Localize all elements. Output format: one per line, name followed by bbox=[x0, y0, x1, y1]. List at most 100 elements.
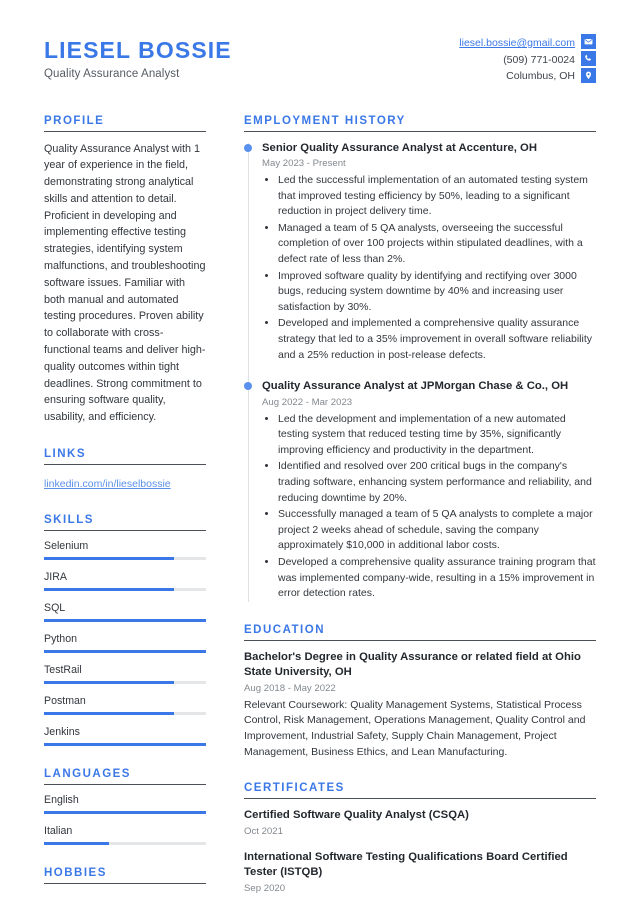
employment-bullet: Led the successful implementation of an … bbox=[278, 173, 596, 220]
contact-phone: (509) 771-0024 bbox=[503, 53, 575, 66]
section-divider bbox=[44, 784, 206, 786]
section-links: LINKS linkedin.com/in/lieselbossie bbox=[44, 448, 206, 492]
employment-date: Aug 2022 - Mar 2023 bbox=[262, 396, 353, 408]
skill-label: Python bbox=[44, 633, 77, 646]
skill-item: Selenium bbox=[44, 540, 206, 561]
skill-label: Postman bbox=[44, 695, 86, 708]
language-level-bar bbox=[44, 842, 206, 846]
skills-list: Selenium JIRA SQL Python TestRail Postman Jenk… bbox=[44, 540, 206, 747]
skill-level-bar bbox=[44, 588, 206, 592]
contact-block: liesel.bossie@gmail.com (509) 771-0024 C… bbox=[459, 34, 596, 85]
employment-title: Senior Quality Assurance Analyst at Acce… bbox=[262, 141, 537, 154]
certificate-title: International Software Testing Qualifica… bbox=[244, 850, 568, 879]
employment-bullet: Led the development and implementation o… bbox=[278, 412, 596, 459]
language-level-bar bbox=[44, 811, 206, 815]
skill-item: TestRail bbox=[44, 664, 206, 685]
identity-block: LIESEL BOSSIE Quality Assurance Analyst bbox=[44, 34, 232, 80]
contact-lines: liesel.bossie@gmail.com (509) 771-0024 C… bbox=[459, 34, 575, 85]
employment-timeline: Senior Quality Assurance Analyst at Acce… bbox=[244, 141, 596, 603]
languages-list: English Italian bbox=[44, 794, 206, 846]
education-entry: Bachelor's Degree in Quality Assurance o… bbox=[244, 650, 596, 760]
section-certificates: CERTIFICATES Certified Software Quality … bbox=[244, 782, 596, 894]
skill-level-fill bbox=[44, 588, 174, 592]
certificates-list: Certified Software Quality Analyst (CSQA… bbox=[244, 808, 596, 894]
timeline-dot-icon bbox=[244, 382, 252, 391]
skill-label: Selenium bbox=[44, 540, 89, 553]
skill-item: Postman bbox=[44, 695, 206, 716]
section-title-skills: SKILLS bbox=[44, 514, 94, 527]
skill-label: TestRail bbox=[44, 664, 82, 677]
skill-level-fill bbox=[44, 743, 206, 747]
skill-level-bar bbox=[44, 681, 206, 685]
section-title-profile: PROFILE bbox=[44, 114, 105, 127]
employment-entry: Senior Quality Assurance Analyst at Acce… bbox=[244, 141, 596, 364]
employment-bullet: Identified and resolved over 200 critica… bbox=[278, 459, 596, 506]
contact-location: Columbus, OH bbox=[506, 70, 575, 82]
employment-entry: Quality Assurance Analyst at JPMorgan Ch… bbox=[244, 379, 596, 602]
skill-level-bar bbox=[44, 557, 206, 561]
employment-bullet-list: Led the development and implementation o… bbox=[262, 412, 596, 602]
skill-item: Jenkins bbox=[44, 726, 206, 747]
section-skills: SKILLS Selenium JIRA SQL Python TestRail Post… bbox=[44, 514, 206, 747]
skill-level-bar bbox=[44, 712, 206, 716]
resume-header: LIESEL BOSSIE Quality Assurance Analyst … bbox=[44, 34, 596, 85]
certificate-title: Certified Software Quality Analyst (CSQA… bbox=[244, 809, 469, 822]
contact-icon-list bbox=[581, 34, 596, 83]
skill-label: SQL bbox=[44, 602, 66, 615]
language-level-fill bbox=[44, 811, 206, 815]
contact-email-link[interactable]: liesel.bossie@gmail.com bbox=[459, 35, 575, 52]
phone-icon bbox=[581, 51, 596, 66]
certificate-entry: Certified Software Quality Analyst (CSQA… bbox=[244, 808, 596, 837]
profile-text: Quality Assurance Analyst with 1 year of… bbox=[44, 142, 206, 424]
section-divider bbox=[244, 798, 596, 800]
employment-bullet: Improved software quality by identifying… bbox=[278, 269, 596, 316]
certificate-entry: International Software Testing Qualifica… bbox=[244, 850, 596, 894]
section-hobbies: HOBBIES bbox=[44, 867, 206, 885]
skill-label: JIRA bbox=[44, 571, 67, 584]
skill-level-fill bbox=[44, 712, 174, 716]
education-date: Aug 2018 - May 2022 bbox=[244, 682, 336, 694]
employment-bullet-list: Led the successful implementation of an … bbox=[262, 173, 596, 363]
skill-level-fill bbox=[44, 557, 174, 561]
language-label: Italian bbox=[44, 825, 73, 838]
employment-bullet: Developed and implemented a comprehensiv… bbox=[278, 316, 596, 363]
section-divider bbox=[44, 464, 206, 466]
section-title-education: EDUCATION bbox=[244, 623, 326, 636]
education-description: Relevant Coursework: Quality Management … bbox=[244, 698, 586, 758]
map-pin-icon bbox=[581, 68, 596, 83]
skill-level-bar bbox=[44, 650, 206, 654]
resume-columns: PROFILE Quality Assurance Analyst with 1… bbox=[44, 115, 596, 916]
skill-label: Jenkins bbox=[44, 726, 80, 739]
section-title-links: LINKS bbox=[44, 448, 86, 461]
section-profile: PROFILE Quality Assurance Analyst with 1… bbox=[44, 115, 206, 427]
language-label: English bbox=[44, 794, 79, 807]
section-title-languages: LANGUAGES bbox=[44, 768, 131, 781]
resume-page: LIESEL BOSSIE Quality Assurance Analyst … bbox=[0, 0, 640, 905]
candidate-name: LIESEL BOSSIE bbox=[44, 37, 232, 63]
section-divider bbox=[44, 883, 206, 885]
section-title-hobbies: HOBBIES bbox=[44, 867, 107, 880]
timeline-dot-icon bbox=[244, 143, 252, 152]
employment-bullet: Managed a team of 5 QA analysts, oversee… bbox=[278, 221, 596, 268]
employment-bullet: Developed a comprehensive quality assura… bbox=[278, 555, 596, 602]
education-title: Bachelor's Degree in Quality Assurance o… bbox=[244, 650, 581, 679]
language-item: English bbox=[44, 794, 206, 815]
skill-level-bar bbox=[44, 619, 206, 623]
skill-level-fill bbox=[44, 619, 206, 623]
employment-date: May 2023 - Present bbox=[262, 158, 346, 169]
skill-item: SQL bbox=[44, 602, 206, 623]
section-divider bbox=[244, 639, 596, 641]
section-divider bbox=[244, 130, 596, 132]
skill-item: JIRA bbox=[44, 571, 206, 592]
skill-level-fill bbox=[44, 681, 174, 685]
language-level-fill bbox=[44, 842, 109, 846]
section-divider bbox=[44, 530, 206, 532]
section-title-employment: EMPLOYMENT HISTORY bbox=[244, 114, 406, 127]
section-employment: EMPLOYMENT HISTORY Senior Quality Assura… bbox=[244, 114, 596, 603]
skill-level-bar bbox=[44, 743, 206, 747]
skill-item: Python bbox=[44, 633, 206, 654]
section-title-certificates: CERTIFICATES bbox=[244, 782, 345, 795]
skill-level-fill bbox=[44, 650, 206, 654]
link-item[interactable]: linkedin.com/in/lieselbossie bbox=[44, 478, 171, 490]
section-languages: LANGUAGES English Italian bbox=[44, 768, 206, 846]
